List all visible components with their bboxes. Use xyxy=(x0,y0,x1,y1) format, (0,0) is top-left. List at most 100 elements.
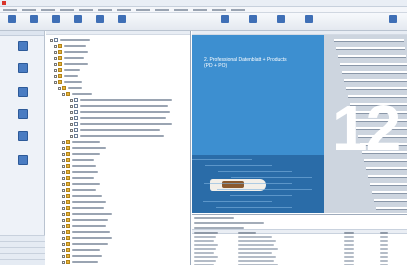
tree-node-label xyxy=(72,261,98,263)
quick-access-item-4[interactable] xyxy=(3,129,42,149)
toolbar-button-1[interactable] xyxy=(24,14,44,30)
table-column-header[interactable] xyxy=(344,231,354,234)
document-icon xyxy=(74,98,78,102)
tree-expander-icon[interactable] xyxy=(62,92,65,96)
tree-node-label xyxy=(64,57,84,59)
stair-step-shape xyxy=(366,167,407,170)
menu-item-10[interactable] xyxy=(193,8,207,11)
main-toolbar xyxy=(0,13,407,31)
tree-expander-icon[interactable] xyxy=(62,212,65,216)
tree-expander-icon[interactable] xyxy=(62,206,65,210)
stair-step-shape xyxy=(338,55,406,58)
tree-node-label xyxy=(72,249,100,251)
tree-expander-icon[interactable] xyxy=(62,164,65,168)
menu-item-8[interactable] xyxy=(155,8,169,11)
tree-expander-icon[interactable] xyxy=(70,110,73,114)
folder-icon xyxy=(66,260,70,264)
copy-icon xyxy=(249,15,257,23)
tree-expander-icon[interactable] xyxy=(54,50,57,54)
cover-title-line2: (PD + PO) xyxy=(204,63,228,69)
folder-icon xyxy=(17,41,28,51)
tree-expander-icon[interactable] xyxy=(70,122,73,126)
menu-item-2[interactable] xyxy=(41,8,55,11)
table-cell xyxy=(194,244,218,246)
tree-expander-icon[interactable] xyxy=(54,80,57,84)
tree-expander-icon[interactable] xyxy=(54,62,57,66)
toolbar-button-5[interactable] xyxy=(112,14,132,30)
toolbar-button-6[interactable] xyxy=(215,14,235,30)
tree-expander-icon[interactable] xyxy=(62,140,65,144)
toolbar-button-0[interactable] xyxy=(2,14,22,30)
tree-expander-icon[interactable] xyxy=(62,158,65,162)
tree-expander-icon[interactable] xyxy=(62,224,65,228)
document-preview[interactable]: 2. Professional Datenblatt + Products (P… xyxy=(192,35,407,213)
quick-access-item-1[interactable] xyxy=(3,61,42,81)
forward-icon xyxy=(30,15,38,23)
tree-expander-icon[interactable] xyxy=(62,248,65,252)
folder-icon xyxy=(66,242,70,246)
quick-access-item-3[interactable] xyxy=(3,107,42,127)
tree-expander-icon[interactable] xyxy=(62,188,65,192)
toolbar-button-3[interactable] xyxy=(68,14,88,30)
tree-expander-icon[interactable] xyxy=(70,116,73,120)
tree-expander-icon[interactable] xyxy=(70,134,73,138)
catalog-icon xyxy=(17,63,28,73)
toolbar-button-10[interactable] xyxy=(383,14,403,30)
tree-expander-icon[interactable] xyxy=(62,176,65,180)
tree-expander-icon[interactable] xyxy=(62,146,65,150)
menu-item-3[interactable] xyxy=(60,8,74,11)
tree-expander-icon[interactable] xyxy=(62,170,65,174)
toolbar-button-7[interactable] xyxy=(243,14,263,30)
tree-expander-icon[interactable] xyxy=(62,242,65,246)
quick-access-footer-item-4[interactable] xyxy=(0,259,45,265)
table-cell xyxy=(194,252,214,254)
menu-item-11[interactable] xyxy=(212,8,226,11)
stair-step-shape xyxy=(344,79,407,82)
tree-expander-icon[interactable] xyxy=(54,74,57,78)
menu-item-12[interactable] xyxy=(231,8,245,11)
tree-expander-icon[interactable] xyxy=(54,56,57,60)
quick-access-item-2[interactable] xyxy=(3,85,42,105)
tree-expander-icon[interactable] xyxy=(62,218,65,222)
tree-expander-icon[interactable] xyxy=(62,194,65,198)
tree-expander-icon[interactable] xyxy=(54,68,57,72)
tree-expander-icon[interactable] xyxy=(70,98,73,102)
tree-expander-icon[interactable] xyxy=(50,38,53,42)
menu-item-7[interactable] xyxy=(136,8,150,11)
table-column-header[interactable] xyxy=(238,231,256,234)
tree-node-label xyxy=(80,105,168,107)
quick-access-footer xyxy=(0,235,45,265)
tree-node[interactable] xyxy=(62,259,98,265)
quick-access-item-5[interactable] xyxy=(3,153,42,173)
menu-item-6[interactable] xyxy=(117,8,131,11)
tree-expander-icon[interactable] xyxy=(62,152,65,156)
tree-expander-icon[interactable] xyxy=(62,236,65,240)
menu-item-5[interactable] xyxy=(98,8,112,11)
tree-expander-icon[interactable] xyxy=(62,230,65,234)
document-icon xyxy=(74,116,78,120)
toolbar-button-9[interactable] xyxy=(299,14,319,30)
toolbar-button-2[interactable] xyxy=(46,14,66,30)
table-cell xyxy=(344,252,354,254)
menu-item-0[interactable] xyxy=(3,8,17,11)
table-cell xyxy=(344,260,354,262)
tree-node-label xyxy=(64,75,78,77)
table-cell xyxy=(380,248,388,250)
tree-expander-icon[interactable] xyxy=(62,254,65,258)
stair-step-shape xyxy=(372,191,407,194)
tree-expander-icon[interactable] xyxy=(70,128,73,132)
quick-access-item-0[interactable] xyxy=(3,39,42,59)
menu-item-1[interactable] xyxy=(22,8,36,11)
toolbar-button-8[interactable] xyxy=(271,14,291,30)
table-column-header[interactable] xyxy=(194,231,218,234)
toolbar-button-4[interactable] xyxy=(90,14,110,30)
menu-item-9[interactable] xyxy=(174,8,188,11)
table-column-header[interactable] xyxy=(380,231,388,234)
tree-expander-icon[interactable] xyxy=(58,86,61,90)
tree-expander-icon[interactable] xyxy=(70,104,73,108)
menu-item-4[interactable] xyxy=(79,8,93,11)
tree-expander-icon[interactable] xyxy=(62,260,65,264)
tree-expander-icon[interactable] xyxy=(54,44,57,48)
tree-expander-icon[interactable] xyxy=(62,182,65,186)
tree-expander-icon[interactable] xyxy=(62,200,65,204)
